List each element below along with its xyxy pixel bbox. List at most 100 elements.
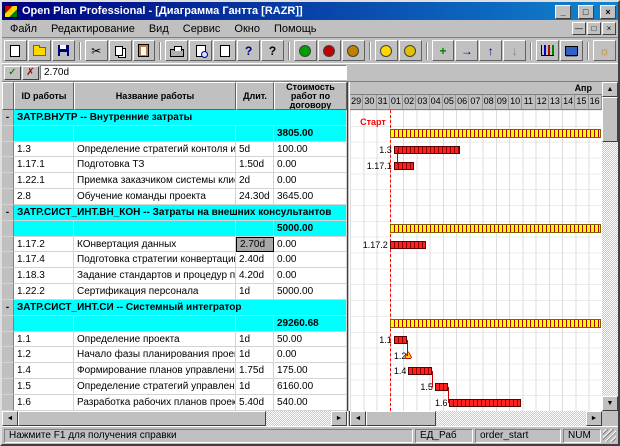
app-icon[interactable] [4, 5, 18, 18]
task-id[interactable]: 1.4 [14, 363, 74, 379]
table-row[interactable]: 1.17.1Подготовка ТЗ1.50d0.00 [2, 157, 347, 173]
task-id[interactable]: 1.6 [14, 395, 74, 411]
task-bar[interactable] [394, 336, 407, 344]
duration-column-header[interactable]: Длит. [236, 82, 274, 110]
task-duration[interactable]: 5.40d [236, 395, 274, 411]
print-preview-button[interactable] [189, 40, 212, 61]
table-row[interactable]: 3805.00 [2, 126, 347, 142]
task-id[interactable]: 1.22.2 [14, 284, 74, 300]
add-activity-button[interactable]: + [432, 40, 455, 61]
vertical-scroll-track[interactable] [602, 97, 618, 396]
task-name[interactable]: Обучение команды проекта [74, 189, 236, 205]
task-id[interactable]: 1.17.4 [14, 252, 74, 268]
task-duration[interactable]: 1d [236, 332, 274, 348]
task-cost[interactable]: 540.00 [274, 395, 347, 411]
table-row[interactable]: 1.22.2Сертификация персонала1d5000.00 [2, 284, 347, 300]
summary-bar[interactable] [390, 129, 601, 138]
task-cost[interactable]: 0.00 [274, 252, 347, 268]
task-bar[interactable] [449, 399, 521, 407]
table-row[interactable]: -ЗАТР.СИСТ_ИНТ.ВН_КОН -- Затраты на внеш… [2, 205, 347, 221]
summary-bar[interactable] [390, 319, 601, 328]
menu-view[interactable]: Вид [142, 21, 176, 37]
clock-button[interactable] [375, 40, 398, 61]
task-id[interactable]: 1.1 [14, 332, 74, 348]
task-duration[interactable]: 2.40d [236, 252, 274, 268]
table-row[interactable]: 5000.00 [2, 221, 347, 237]
demote-button[interactable]: ↓ [503, 40, 526, 61]
open-button[interactable] [28, 40, 51, 61]
minimize-button[interactable]: _ [555, 5, 571, 19]
gantt-scroll-track[interactable] [366, 411, 586, 426]
task-duration[interactable] [236, 221, 274, 237]
mdi-restore-button[interactable]: □ [587, 22, 601, 35]
lamp-button[interactable]: ☼ [593, 40, 616, 61]
task-id[interactable]: 1.22.1 [14, 173, 74, 189]
task-cost[interactable]: 3805.00 [274, 126, 347, 142]
page-setup-button[interactable] [213, 40, 236, 61]
cost-column-header[interactable]: Стоимость работ по договору [274, 82, 347, 110]
task-id[interactable]: 1.17.2 [14, 237, 74, 253]
task-cost[interactable]: 5000.00 [274, 221, 347, 237]
mdi-close-button[interactable]: × [602, 22, 616, 35]
task-duration[interactable] [236, 316, 274, 332]
table-row[interactable]: 2.8Обучение команды проекта24.30d3645.00 [2, 189, 347, 205]
task-duration[interactable]: 1.50d [236, 157, 274, 173]
name-column-header[interactable]: Название работы [74, 82, 236, 110]
table-row[interactable]: 1.6Разработка рабочих планов проекта5.40… [2, 395, 347, 411]
task-bar[interactable] [408, 367, 431, 375]
section-title[interactable]: ЗАТР.СИСТ_ИНТ.СИ -- Системный интегратор [14, 300, 347, 316]
cancel-edit-button[interactable]: ✗ [22, 66, 39, 80]
table-row[interactable]: 1.5Определение стратегий управления и1d6… [2, 379, 347, 395]
close-button[interactable]: × [600, 5, 616, 19]
task-cost[interactable]: 0.00 [274, 237, 347, 253]
table-row[interactable]: 1.4Формирование планов управления1.75d17… [2, 363, 347, 379]
cut-button[interactable]: ✂ [85, 40, 108, 61]
save-button[interactable] [52, 40, 75, 61]
menu-tools[interactable]: Сервис [176, 21, 228, 37]
table-row[interactable]: 1.17.2КОнвертация данных2.70d0.00 [2, 237, 347, 253]
task-name[interactable]: Сертификация персонала [74, 284, 236, 300]
help-button[interactable]: ? [237, 40, 260, 61]
task-name[interactable] [74, 126, 236, 142]
section-title[interactable]: ЗАТР.ВНУТР -- Внутренние затраты [14, 110, 347, 126]
table-row[interactable]: 29260.68 [2, 316, 347, 332]
task-duration[interactable]: 4.20d [236, 268, 274, 284]
id-column-header[interactable]: ID работы [14, 82, 74, 110]
table-row[interactable]: 1.22.1Приемка заказчиком системы клиент2… [2, 173, 347, 189]
menu-file[interactable]: Файл [3, 21, 44, 37]
table-row[interactable]: 1.3Определение стратегий контоля и отч5d… [2, 142, 347, 158]
row-marker[interactable]: - [2, 205, 14, 221]
task-id[interactable]: 1.5 [14, 379, 74, 395]
task-duration[interactable]: 1d [236, 347, 274, 363]
row-marker[interactable]: - [2, 110, 14, 126]
task-name[interactable]: КОнвертация данных [74, 237, 236, 253]
task-duration[interactable]: 24.30d [236, 189, 274, 205]
menu-edit[interactable]: Редактирование [44, 21, 142, 37]
task-name[interactable]: Формирование планов управления [74, 363, 236, 379]
monitor-view-button[interactable] [560, 40, 583, 61]
copy-button[interactable] [109, 40, 132, 61]
table-hscrollbar[interactable]: ◄ ► [2, 411, 347, 426]
gantt-scroll-thumb[interactable] [366, 411, 436, 426]
task-id[interactable]: 1.17.1 [14, 157, 74, 173]
task-cost[interactable]: 29260.68 [274, 316, 347, 332]
calendar-button[interactable] [399, 40, 422, 61]
task-cost[interactable]: 175.00 [274, 363, 347, 379]
barchart-view-button[interactable] [536, 40, 559, 61]
task-cost[interactable]: 0.00 [274, 347, 347, 363]
task-cost[interactable]: 0.00 [274, 173, 347, 189]
task-duration[interactable]: 5d [236, 142, 274, 158]
task-duration[interactable]: 2.70d [236, 237, 274, 253]
table-row[interactable]: 1.1Определение проекта1d50.00 [2, 332, 347, 348]
section-title[interactable]: ЗАТР.СИСТ_ИНТ.ВН_КОН -- Затраты на внешн… [14, 205, 347, 221]
task-duration[interactable]: 1d [236, 379, 274, 395]
task-name[interactable]: Подготовка ТЗ [74, 157, 236, 173]
resize-grip[interactable] [603, 429, 616, 442]
row-marker[interactable]: - [2, 300, 14, 316]
task-bar[interactable] [435, 383, 448, 391]
task-cost[interactable]: 3645.00 [274, 189, 347, 205]
scroll-up-button[interactable]: ▲ [602, 82, 618, 97]
table-row[interactable]: -ЗАТР.СИСТ_ИНТ.СИ -- Системный интеграто… [2, 300, 347, 316]
table-scroll-right-button[interactable]: ► [331, 411, 347, 426]
task-duration[interactable]: 1d [236, 284, 274, 300]
